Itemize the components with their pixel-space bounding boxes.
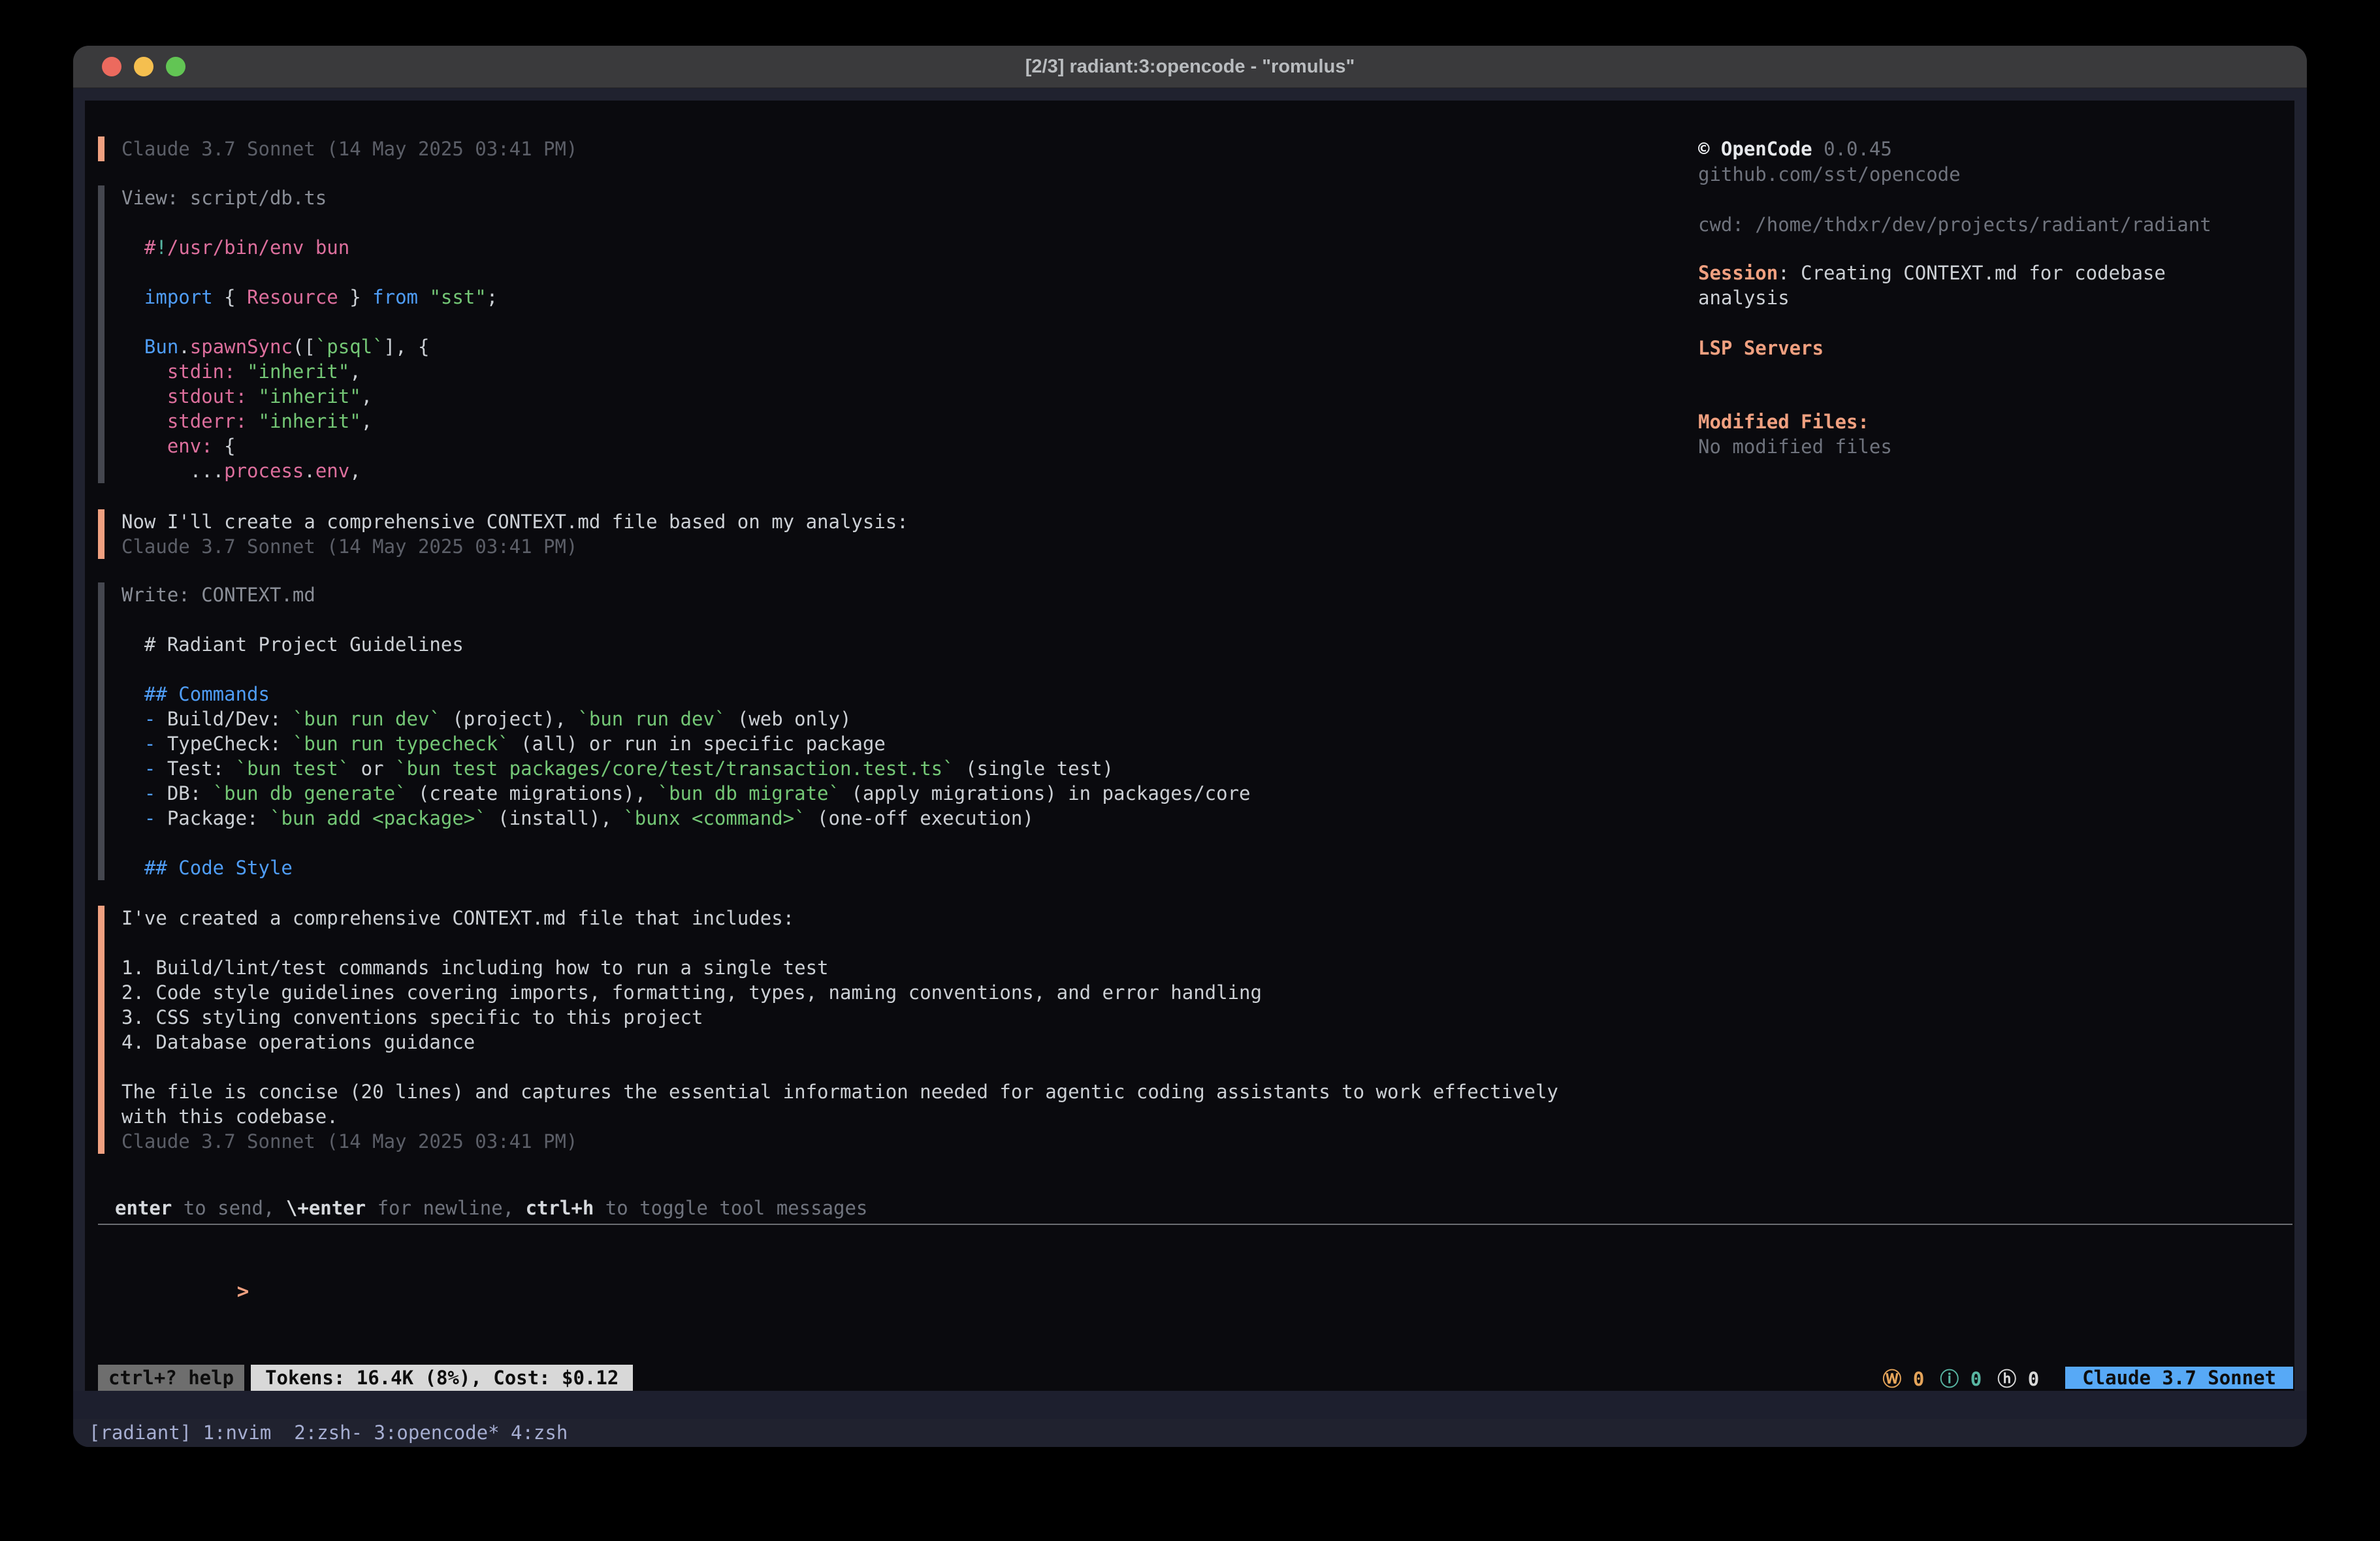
status-right: Ⓦ 0 ⓘ 0 ⓗ 0 Claude 3.7 Sonnet [1882,1365,2293,1391]
modified-files-header: Modified Files: [1698,409,1869,434]
assistant-message-header: Claude 3.7 Sonnet (14 May 2025 03:41 PM) [98,136,577,161]
tool-view-code: View: script/db.ts #!/usr/bin/env bun im… [121,185,498,483]
message-text: Now I'll create a comprehensive CONTEXT.… [121,509,909,559]
warning-icon: Ⓦ [1882,1368,1901,1390]
session-sidebar: © OpenCode 0.0.45 github.com/sst/opencod… [1698,136,2260,1116]
prompt-caret-icon: > [237,1280,249,1303]
cwd-path: cwd: /home/thdxr/dev/projects/radiant/ra… [1698,212,2211,237]
tmux-window-list[interactable]: [radiant] 1:nvim 2:zsh- 3:opencode* 4:zs… [89,1419,568,1447]
message-text: I've created a comprehensive CONTEXT.md … [121,906,1558,1154]
tool-call-write-file: Write: CONTEXT.md # Radiant Project Guid… [98,582,1251,880]
window-title: [2/3] radiant:3:opencode - "romulus" [73,46,2307,87]
modified-files-empty: No modified files [1698,434,1892,459]
prompt-input[interactable]: > [115,1247,2290,1277]
tmux-status-bar: [radiant] 1:nvim 2:zsh- 3:opencode* 4:zs… [73,1391,2307,1419]
message-timestamp: Claude 3.7 Sonnet (14 May 2025 03:41 PM) [121,136,577,161]
hints-line: enter to send, \+enter for newline, ctrl… [115,1196,867,1220]
tool-write-code: Write: CONTEXT.md # Radiant Project Guid… [121,582,1251,880]
keybinding-hints: enter to send, \+enter for newline, ctrl… [115,1196,867,1220]
diagnostic-counters: Ⓦ 0 ⓘ 0 ⓗ 0 [1882,1364,2039,1391]
status-bar: ctrl+? help Tokens: 16.4K (8%), Cost: $0… [98,1365,2293,1391]
minimize-button[interactable] [134,57,153,76]
terminal-content: Claude 3.7 Sonnet (14 May 2025 03:41 PM)… [73,88,2307,1447]
hint-icon: ⓗ [1997,1368,2016,1390]
opencode-app: Claude 3.7 Sonnet (14 May 2025 03:41 PM)… [85,101,2294,1391]
window-titlebar[interactable]: [2/3] radiant:3:opencode - "romulus" [73,46,2307,88]
hint-counter: ⓗ 0 [1997,1364,2039,1391]
lsp-servers-header: LSP Servers [1698,336,1824,360]
tool-call-view-file: View: script/db.ts #!/usr/bin/env bun im… [98,185,498,483]
tokens-cost-chip: Tokens: 16.4K (8%), Cost: $0.12 [251,1365,633,1391]
app-version: © OpenCode 0.0.45 [1698,136,1892,161]
terminal-window: [2/3] radiant:3:opencode - "romulus" Cla… [73,46,2307,1447]
traffic-lights [102,57,185,76]
repo-link[interactable]: github.com/sst/opencode [1698,162,1961,187]
warning-counter: Ⓦ 0 [1882,1364,1924,1391]
input-divider [98,1224,2292,1225]
info-counter: ⓘ 0 [1940,1364,1982,1391]
help-chip[interactable]: ctrl+? help [98,1365,244,1391]
model-chip[interactable]: Claude 3.7 Sonnet [2065,1367,2293,1389]
info-icon: ⓘ [1940,1368,1959,1390]
session-title: Session: Creating CONTEXT.md for codebas… [1698,261,2166,285]
assistant-message: Now I'll create a comprehensive CONTEXT.… [98,509,909,559]
assistant-message-summary: I've created a comprehensive CONTEXT.md … [98,906,1558,1154]
session-title-wrap: analysis [1698,285,1790,310]
fullscreen-button[interactable] [166,57,185,76]
close-button[interactable] [102,57,121,76]
